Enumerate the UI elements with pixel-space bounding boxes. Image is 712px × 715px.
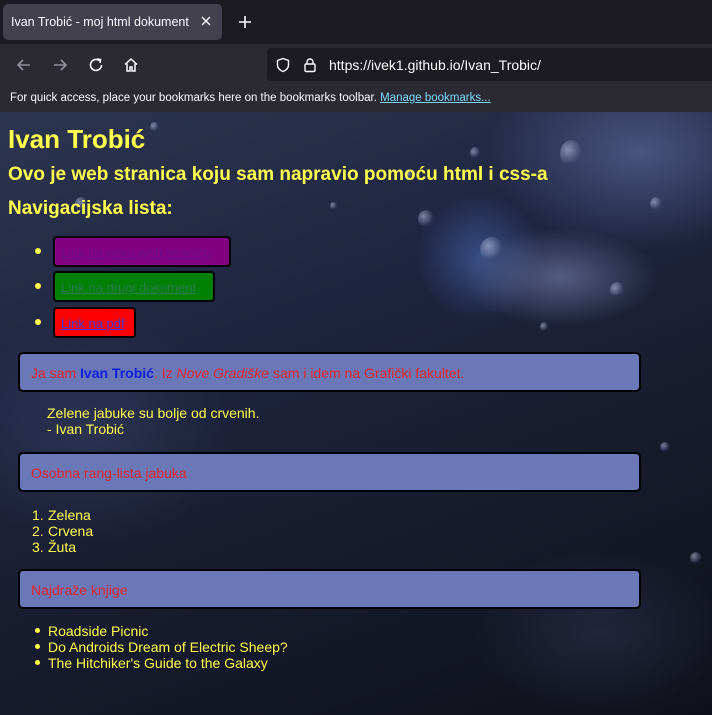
address-bar[interactable]: https://ivek1.github.io/Ivan_Trobic/	[267, 48, 712, 81]
forward-arrow-icon	[54, 59, 68, 71]
forward-button[interactable]	[48, 53, 72, 77]
list-bullet	[35, 248, 41, 254]
quote-text: Zelene jabuke su bolje od crvenih.	[47, 405, 260, 421]
list-bullet	[35, 319, 41, 325]
intro-suffix: sam i idem na Grafički fakultet.	[272, 365, 465, 381]
lock-icon[interactable]	[301, 56, 319, 74]
reload-button[interactable]	[84, 53, 108, 77]
navigation-toolbar: https://ivek1.github.io/Ivan_Trobic/	[0, 44, 712, 86]
ranking-number: 2.	[32, 523, 44, 539]
intro-prefix: Ja sam	[31, 365, 77, 381]
books-panel: Najdraže knjige	[18, 569, 641, 609]
ranking-item: Crvena	[48, 523, 94, 539]
ranking-item: Zelena	[48, 507, 91, 523]
ranking-item: Žuta	[48, 539, 77, 555]
raindrop-decoration	[650, 197, 662, 211]
page-subtitle: Ovo je web stranica koju sam napravio po…	[8, 164, 548, 185]
raindrop-decoration	[560, 140, 582, 168]
book-item: Do Androids Dream of Electric Sheep?	[48, 639, 288, 655]
list-bullet	[35, 660, 40, 665]
bookmarks-toolbar: For quick access, place your bookmarks h…	[0, 86, 712, 112]
tab-bar: Ivan Trobić - moj html dokument	[0, 0, 712, 44]
shield-icon[interactable]	[274, 56, 292, 74]
books-title: Najdraže knjige	[31, 582, 128, 598]
manage-bookmarks-link[interactable]: Manage bookmarks...	[380, 92, 491, 104]
quote-author: - Ivan Trobić	[47, 421, 125, 437]
ranking-number: 3.	[32, 539, 44, 555]
ranking-panel: Osobna rang-lista jabuka	[18, 452, 641, 492]
book-item: The Hitchiker's Guide to the Galaxy	[48, 655, 268, 671]
back-button[interactable]	[12, 53, 36, 77]
intro-mid: . Iz	[153, 365, 173, 381]
nav-link-pdf[interactable]: Link na pdf	[53, 307, 136, 338]
url-text[interactable]: https://ivek1.github.io/Ivan_Trobic/	[329, 57, 541, 73]
author-name: Ivan Trobić	[80, 365, 154, 381]
home-button[interactable]	[119, 53, 143, 77]
list-bullet	[35, 283, 41, 289]
raindrop-decoration	[610, 282, 624, 298]
raindrop-decoration	[480, 237, 504, 263]
new-tab-button[interactable]	[233, 10, 257, 34]
back-arrow-icon	[16, 59, 30, 71]
raindrop-decoration	[540, 322, 548, 332]
book-item: Roadside Picnic	[48, 623, 149, 639]
page-content: Ivan Trobić Ovo je web stranica koju sam…	[0, 112, 712, 715]
list-bullet	[35, 628, 40, 633]
raindrop-decoration	[330, 202, 337, 210]
nav-link-other-document[interactable]: Link na drugi dokument	[53, 271, 215, 302]
tab-title: Ivan Trobić - moj html dokument	[11, 15, 189, 29]
list-bullet	[35, 644, 40, 649]
intro-panel: Ja sam Ivan Trobić. Iz Nove Gradiške sam…	[18, 352, 641, 392]
ranking-title: Osobna rang-lista jabuka	[31, 465, 187, 481]
plus-icon	[239, 16, 251, 28]
home-icon	[124, 57, 138, 72]
nav-list-heading: Navigacijska lista:	[8, 198, 173, 219]
ranking-number: 1.	[32, 507, 44, 523]
nav-link-web-page[interactable]: Link na neku web stranicu	[53, 236, 231, 267]
raindrop-decoration	[660, 442, 670, 452]
page-title: Ivan Trobić	[8, 124, 146, 154]
raindrop-decoration	[150, 122, 159, 132]
raindrop-decoration	[470, 147, 480, 159]
active-tab[interactable]: Ivan Trobić - moj html dokument	[3, 4, 222, 40]
close-tab-icon[interactable]	[196, 11, 216, 31]
raindrop-decoration	[418, 210, 434, 228]
raindrop-decoration	[690, 552, 702, 564]
bookmarks-message: For quick access, place your bookmarks h…	[10, 92, 377, 104]
hometown: Nove Gradiške	[176, 365, 270, 381]
reload-icon	[89, 58, 103, 72]
